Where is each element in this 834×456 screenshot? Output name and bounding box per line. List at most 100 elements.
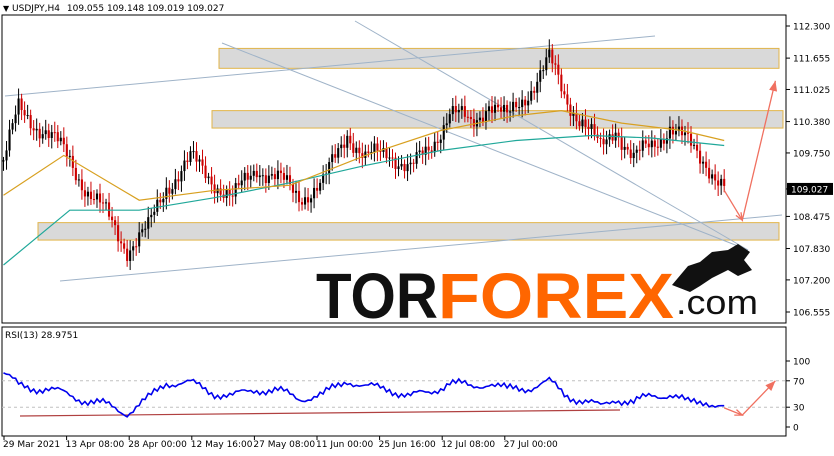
candle-body [126, 248, 129, 261]
candle-body [349, 135, 352, 144]
x-tick-label: 27 Jul 00:00 [504, 440, 558, 450]
candle-body [400, 163, 403, 167]
candle-body [147, 217, 150, 229]
candle-body [367, 151, 370, 153]
candle-body [352, 143, 355, 153]
candle-body [605, 139, 608, 145]
candle-body [207, 176, 210, 179]
x-tick-label: 28 Apr 00:00 [128, 440, 187, 450]
candle-body [409, 162, 412, 165]
candle-body [708, 167, 711, 179]
forecast-arrow-line [723, 80, 777, 222]
candle-body [183, 160, 186, 172]
candle-body [397, 166, 400, 170]
candle-body [460, 106, 463, 110]
candle-body [35, 128, 38, 131]
candle-body [515, 101, 518, 108]
candle-body [267, 175, 270, 184]
channel-line-3 [221, 42, 749, 251]
candle-body [566, 94, 569, 105]
candle-body [343, 144, 346, 148]
candle-body [56, 132, 59, 142]
candle-body [484, 111, 488, 123]
candle-body [53, 132, 56, 134]
candle-body [300, 202, 304, 205]
candle-body [593, 124, 596, 135]
candle-body [445, 123, 448, 126]
candle-body [689, 133, 693, 146]
candle-body [89, 191, 93, 200]
candle-body [129, 250, 132, 261]
candle-body [107, 202, 111, 217]
candle-body [563, 91, 566, 95]
candle-body [168, 187, 171, 194]
y-tick-label: 112.300 [793, 23, 830, 33]
candle-body [334, 154, 337, 158]
candle-body [195, 151, 198, 162]
candle-body [138, 232, 141, 247]
candle-body [180, 171, 183, 182]
y-tick-label: 108.475 [793, 213, 830, 223]
ma-slow-line [3, 134, 725, 266]
candle-body [635, 149, 638, 153]
candle-body [120, 241, 123, 244]
y-tick-label: 111.655 [793, 55, 830, 65]
candle-body [662, 139, 665, 144]
candle-body [506, 104, 509, 113]
candle-body [101, 202, 105, 204]
candle-body [47, 130, 50, 139]
x-tick-label: 13 Apr 08:00 [66, 440, 125, 450]
candle-body [192, 151, 195, 153]
candle-body [225, 189, 228, 198]
candle-body [711, 174, 714, 179]
candle-body [647, 143, 650, 148]
candle-body [695, 144, 699, 151]
rsi-tick-label: 70 [793, 377, 805, 387]
candle-body [578, 121, 581, 127]
candle-body [569, 104, 572, 116]
candle-body [659, 139, 662, 148]
candle-body [297, 190, 301, 203]
candle-body [463, 106, 466, 117]
collapse-triangle-icon[interactable]: ▼ [3, 4, 9, 13]
candle-body [111, 216, 114, 221]
candle-body [270, 174, 273, 176]
candle-body [201, 159, 204, 166]
candle-body [442, 125, 445, 140]
candle-body [478, 117, 481, 121]
candle-body [496, 104, 500, 108]
candle-body [427, 146, 430, 151]
candle-body [150, 214, 153, 218]
candle-body [373, 143, 376, 152]
candle-body [80, 179, 83, 191]
rsi-header: RSI(13) 28.9751 [5, 331, 78, 341]
candle-body [153, 211, 156, 215]
candle-body [539, 70, 542, 82]
candle-body [11, 123, 14, 130]
candle-body [487, 106, 491, 112]
watermark-forex: FOREX [438, 260, 674, 332]
candle-body [340, 144, 343, 149]
candle-body [14, 114, 17, 124]
candle-body [204, 165, 207, 179]
candle-body [412, 162, 415, 164]
rsi-tick-label: 0 [793, 424, 799, 434]
candle-body [62, 137, 65, 145]
x-tick-label: 12 May 16:00 [191, 440, 253, 450]
candle-body [294, 190, 298, 193]
candle-body [518, 107, 521, 109]
y-tick-label: 111.025 [793, 86, 830, 96]
candle-body [44, 130, 47, 135]
x-tick-label: 12 Jul 08:00 [441, 440, 495, 450]
candle-body [376, 143, 379, 151]
rsi-tick-label: 100 [793, 358, 810, 368]
candle-body [213, 184, 216, 194]
candle-body [451, 106, 454, 115]
candle-body [650, 140, 653, 148]
candle-body [68, 155, 71, 157]
candle-body [26, 115, 29, 117]
candle-body [2, 160, 5, 162]
rsi-plot-frame [1, 326, 787, 437]
candle-body [77, 179, 80, 181]
candle-body [545, 57, 548, 71]
